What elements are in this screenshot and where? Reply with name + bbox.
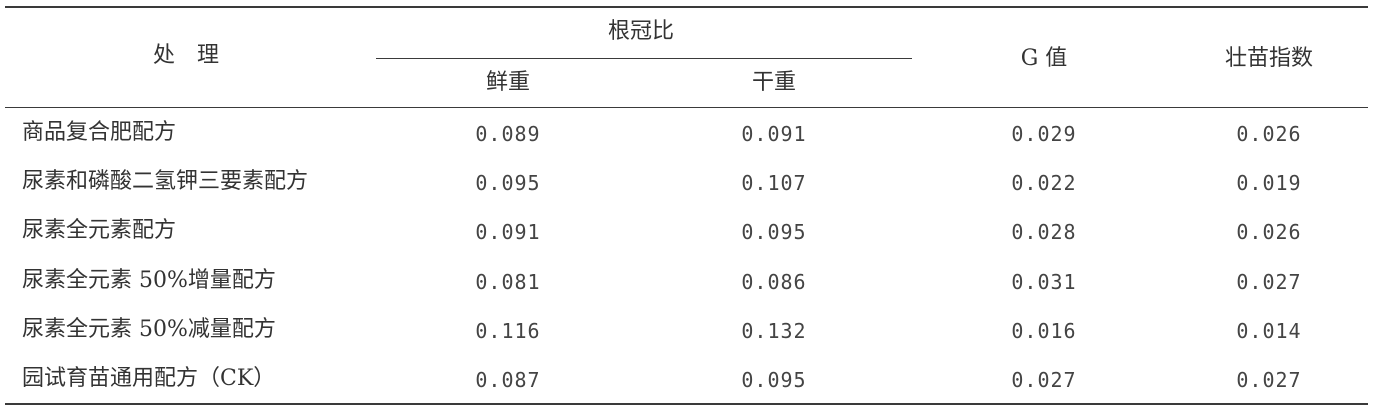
cell-dry-weight: 0.095 [741, 220, 807, 244]
row-label: 尿素全元素 50%增量配方 [22, 268, 276, 293]
row-label: 园试育苗通用配方（CK） [22, 366, 276, 391]
header-seedling-index: 壮苗指数 [1224, 46, 1314, 71]
cell-g-value: 0.031 [1011, 270, 1077, 294]
cell-seedling-index: 0.027 [1236, 270, 1302, 294]
root-shoot-subrule [376, 58, 912, 59]
cell-seedling-index: 0.026 [1236, 220, 1302, 244]
cell-dry-weight: 0.091 [741, 122, 807, 146]
cell-fresh-weight: 0.081 [475, 270, 541, 294]
cell-g-value: 0.029 [1011, 122, 1077, 146]
row-label: 尿素全元素配方 [22, 218, 177, 243]
row-label: 商品复合肥配方 [22, 120, 177, 145]
cell-g-value: 0.016 [1011, 319, 1077, 343]
header-fresh-weight: 鲜重 [485, 70, 531, 95]
cell-fresh-weight: 0.087 [475, 368, 541, 392]
cell-fresh-weight: 0.116 [475, 319, 541, 343]
cell-fresh-weight: 0.091 [475, 220, 541, 244]
cell-g-value: 0.027 [1011, 368, 1077, 392]
cell-seedling-index: 0.027 [1236, 368, 1302, 392]
header-treatment: 处 理 [152, 43, 220, 68]
table-header-rule [5, 107, 1368, 108]
row-label: 尿素全元素 50%减量配方 [22, 317, 276, 342]
cell-dry-weight: 0.107 [741, 171, 807, 195]
cell-g-value: 0.028 [1011, 220, 1077, 244]
cell-seedling-index: 0.019 [1236, 171, 1302, 195]
table-top-rule [5, 6, 1368, 8]
table-bottom-rule [5, 403, 1368, 405]
cell-seedling-index: 0.026 [1236, 122, 1302, 146]
cell-fresh-weight: 0.089 [475, 122, 541, 146]
header-g-value: G 值 [1020, 46, 1068, 71]
header-dry-weight: 干重 [751, 70, 797, 95]
cell-dry-weight: 0.086 [741, 270, 807, 294]
cell-dry-weight: 0.095 [741, 368, 807, 392]
row-label: 尿素和磷酸二氢钾三要素配方 [22, 169, 309, 194]
cell-dry-weight: 0.132 [741, 319, 807, 343]
cell-fresh-weight: 0.095 [475, 171, 541, 195]
cell-g-value: 0.022 [1011, 171, 1077, 195]
header-root-shoot-ratio: 根冠比 [607, 19, 675, 44]
cell-seedling-index: 0.014 [1236, 319, 1302, 343]
